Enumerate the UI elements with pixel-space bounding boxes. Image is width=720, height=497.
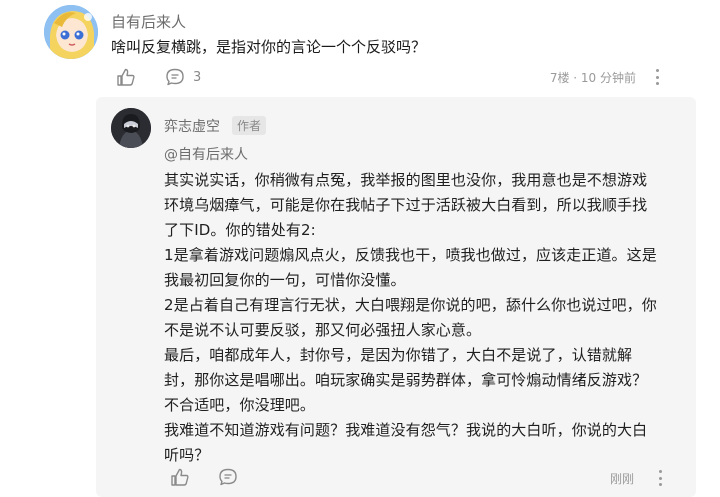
reply-text-line: 其实说实话，你稍微有点冤，我举报的图里也没你，我用意也是不想游戏 [164,171,648,189]
floor-and-time: 7楼 · 10 分钟前 [549,71,636,85]
reply-text-line: 2是占着自己有理言行无状，大白喂翔是你说的吧，舔什么你也说过吧，你 [164,296,657,314]
reply-text-line: 环境乌烟瘴气，可能是你在我帖子下过于活跃被大白看到，所以我顺手找 [164,196,648,214]
like-button[interactable] [116,67,136,87]
thumbs-up-icon [117,68,135,86]
more-vertical-icon[interactable] [656,69,660,85]
comment-text: 啥叫反复横跳，是指对你的言论一个个反驳吗？ [111,38,427,56]
reply-text-line: 不合适吧，你没理吧。 [164,396,316,414]
dark-figure-avatar-image [111,108,151,148]
comment-bubble-icon [219,468,237,486]
reply-text-line: 我最初回复你的一句，可惜你没懂。 [164,271,406,289]
reply-text-line: 1是拿着游戏问题煽风点火，反馈我也干，喷我也做过，应该走正道。这是 [164,246,657,264]
author-badge: 作者 [232,116,267,135]
anime-avatar-image [44,5,98,59]
reply-text-line: 我难道不知道游戏有问题？我难道没有怨气？我说的大白听，你说的大白 [164,421,648,439]
reply-like-button[interactable] [170,467,190,487]
avatar[interactable] [44,5,98,59]
reply-count: 3 [193,69,202,85]
reply-text-line: 封，那你这是唱哪出。咱玩家确实是弱势群体，拿可怜煽动情绪反游戏？ [164,371,648,389]
thumbs-up-icon [171,468,189,486]
reply-text-line: 听吗？ [164,446,210,464]
more-vertical-icon[interactable] [659,470,663,486]
reply-text-line: 了下ID。你的错处有2: [164,221,316,239]
reply-avatar[interactable] [111,108,151,148]
reply-comment-button[interactable] [218,467,238,487]
reply-count-button[interactable]: 3 [165,67,201,87]
comment-username[interactable]: 自有后来人 [111,11,186,32]
reply-text-line: 最后，咱都成年人，封你号，是因为你错了，大白不是说了，认错就解 [164,346,633,364]
comment-bubble-icon [166,68,184,86]
comment-thread: 自有后来人 啥叫反复横跳，是指对你的言论一个个反驳吗？ 3 7楼 · 10 分钟… [0,0,720,497]
reply-text-line: 不是说不认可要反驳，那又何必强扭人家心意。 [164,321,482,339]
reply-username[interactable]: 弈志虚空 [164,116,220,136]
reply-time: 刚刚 [609,472,634,486]
mention-link[interactable]: @自有后来人 [164,144,248,164]
